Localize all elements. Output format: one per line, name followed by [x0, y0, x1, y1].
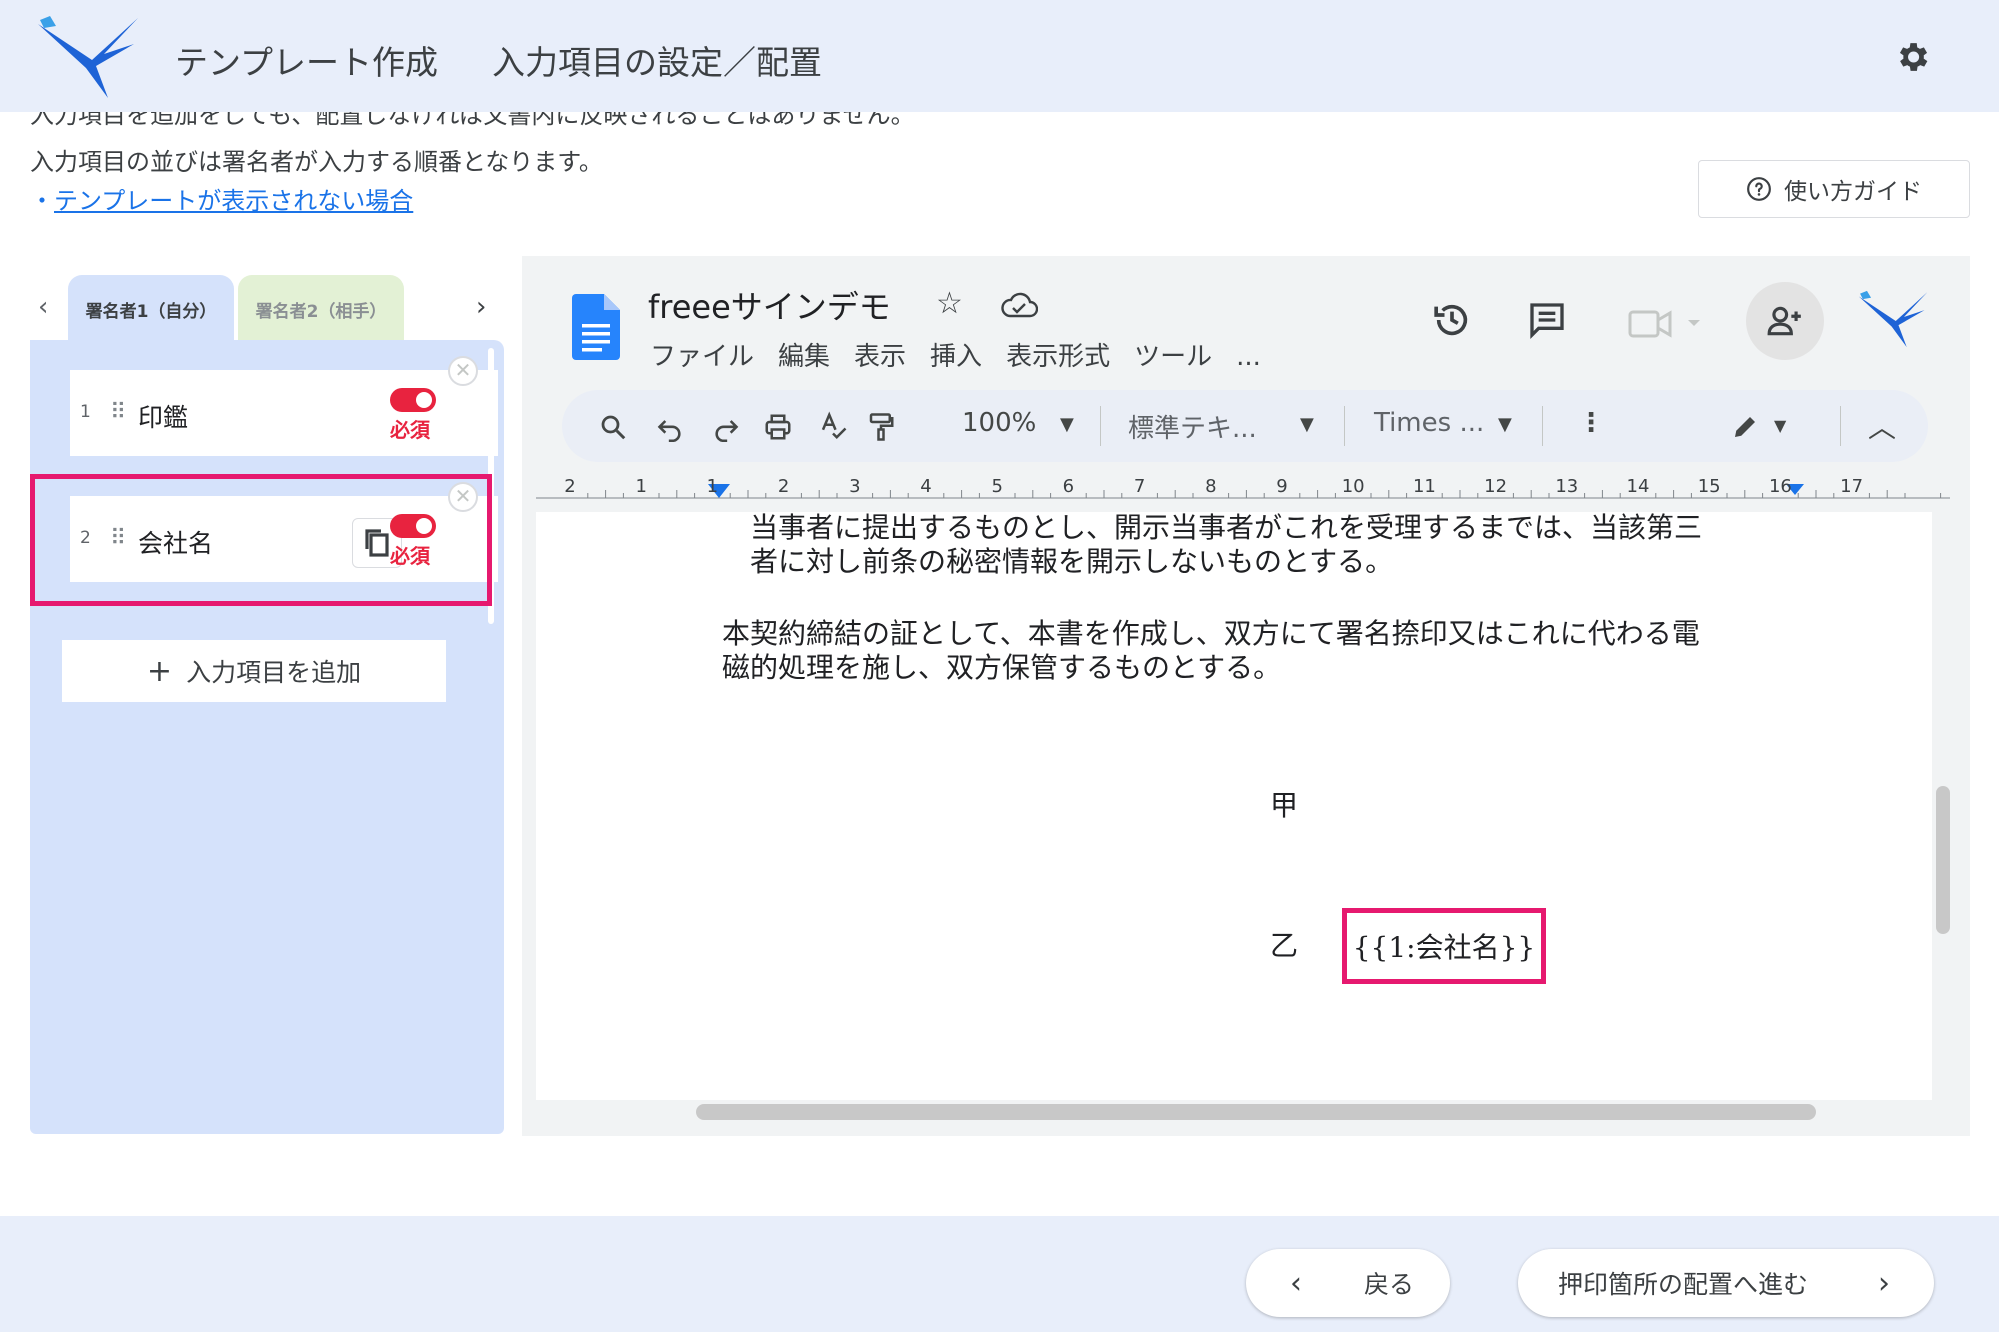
app-header: テンプレート作成 入力項目の設定／配置: [0, 0, 1999, 112]
ruler-label: 1: [635, 476, 646, 497]
video-call-icon[interactable]: [1628, 306, 1702, 340]
pencil-icon[interactable]: [1730, 412, 1760, 442]
add-person-icon: [1767, 306, 1801, 336]
more-vert-icon[interactable]: ⋮: [1578, 408, 1604, 438]
ruler-label: 4: [920, 476, 931, 497]
chevron-left-icon: ‹: [1290, 1265, 1302, 1301]
chevron-down-icon[interactable]: ▼: [1300, 414, 1314, 435]
info-line-2: 入力項目の並びは署名者が入力する順番となります。: [30, 148, 603, 176]
page-title: テンプレート作成: [175, 43, 439, 82]
guide-button-label: 使い方ガイド: [1784, 179, 1922, 205]
bird-logo-icon: [38, 16, 138, 98]
company-name-placeholder[interactable]: {{1:会社名}}: [1342, 908, 1546, 984]
search-icon[interactable]: [598, 412, 628, 442]
chevron-down-icon[interactable]: ▼: [1060, 414, 1074, 435]
plus-icon: +: [146, 653, 173, 689]
style-select[interactable]: 標準テキ...: [1128, 408, 1257, 445]
menu-view[interactable]: 表示: [854, 342, 906, 372]
field-item-inkan[interactable]: 1 ⠿ 印鑑 必須: [70, 370, 498, 456]
tab-signer-1[interactable]: 署名者1（自分）: [68, 275, 234, 343]
ruler-label: 15: [1698, 476, 1721, 497]
required-toggle[interactable]: [390, 388, 436, 412]
gear-icon[interactable]: [1893, 38, 1931, 76]
info-scroll-clip: 入力項目を追加をしても、配置しなければ文書内に反映されることはありません。: [0, 112, 1200, 132]
ruler-label: 17: [1840, 476, 1863, 497]
redo-icon[interactable]: [712, 414, 740, 442]
menu-tools[interactable]: ツール: [1134, 342, 1212, 372]
party-a-label: 甲: [1270, 789, 1299, 822]
google-docs-icon: [572, 294, 620, 360]
next-step-label: 押印箇所の配置へ進む: [1558, 1270, 1809, 1299]
chevron-up-icon[interactable]: ︿: [1868, 406, 1896, 446]
doc-line: 磁的処理を施し、双方保管するものとする。: [722, 651, 1282, 684]
menu-insert[interactable]: 挿入: [930, 342, 982, 372]
ruler-label: 6: [1063, 476, 1074, 497]
font-select[interactable]: Times ...: [1374, 408, 1484, 438]
ruler-label: 3: [849, 476, 860, 497]
document-vertical-scrollbar[interactable]: [1936, 786, 1950, 934]
document-horizontal-scrollbar[interactable]: [696, 1104, 1816, 1120]
cloud-icon[interactable]: [1000, 292, 1038, 318]
guide-button[interactable]: 使い方ガイド: [1698, 160, 1970, 218]
spellcheck-icon[interactable]: [818, 410, 848, 442]
help-link[interactable]: ・テンプレートが表示されない場合: [30, 181, 413, 216]
info-line-1: 入力項目を追加をしても、配置しなければ文書内に反映されることはありません。: [30, 112, 915, 129]
ruler-label: 1: [707, 476, 718, 497]
link-bullet: ・: [30, 187, 54, 215]
page-subtitle: 入力項目の設定／配置: [492, 43, 822, 82]
field-list-panel: 1 ⠿ 印鑑 必須 ✕ 2 ⠿ 会社名 必須 ✕: [30, 340, 504, 1134]
ruler-label: 9: [1276, 476, 1287, 497]
ruler-label: 10: [1342, 476, 1365, 497]
document-page[interactable]: 当事者に提出するものとし、開示当事者がこれを受理するまでは、当該第三 者に対し前…: [536, 512, 1932, 1100]
drag-handle-icon[interactable]: ⠿: [110, 400, 126, 425]
chevron-right-icon: ›: [1878, 1265, 1890, 1301]
chevron-down-icon[interactable]: ▼: [1774, 416, 1786, 435]
chevron-down-icon[interactable]: ▼: [1498, 414, 1512, 435]
required-label: 必須: [390, 418, 430, 442]
tab-signer-2[interactable]: 署名者2（相手）: [238, 275, 404, 343]
back-button-label: 戻る: [1363, 1270, 1414, 1299]
document-menu-bar: ファイル 編集 表示 挿入 表示形式 ツール...: [650, 336, 1285, 373]
ruler-label: 2: [778, 476, 789, 497]
doc-line: 者に対し前条の秘密情報を開示しないものとする。: [750, 545, 1394, 578]
add-field-label: 入力項目を追加: [186, 658, 362, 687]
field-label: 印鑑: [138, 403, 189, 432]
menu-edit[interactable]: 編集: [778, 342, 830, 372]
ruler-label: 2: [564, 476, 575, 497]
undo-icon[interactable]: [656, 414, 684, 442]
ruler-label: 8: [1205, 476, 1216, 497]
ruler-label: 13: [1555, 476, 1578, 497]
ruler-label: 11: [1413, 476, 1436, 497]
ruler-label: 5: [991, 476, 1002, 497]
help-circle-icon: [1747, 177, 1771, 201]
ruler-label: 14: [1627, 476, 1650, 497]
party-b-label: 乙: [1270, 929, 1299, 962]
link-text[interactable]: テンプレートが表示されない場合: [54, 187, 413, 215]
remove-field-icon[interactable]: ✕: [448, 356, 478, 386]
menu-format[interactable]: 表示形式: [1006, 342, 1110, 372]
history-icon[interactable]: [1432, 300, 1472, 340]
menu-more[interactable]: ...: [1236, 342, 1261, 372]
menu-file[interactable]: ファイル: [650, 342, 754, 372]
document-title[interactable]: freeeサインデモ: [648, 282, 891, 328]
signer-tabs: 署名者1（自分） 署名者2（相手）: [30, 272, 500, 343]
ruler-label: 7: [1134, 476, 1145, 497]
add-field-button[interactable]: + 入力項目を追加: [62, 640, 446, 702]
editor-toolbar: 100% ▼ 標準テキ... ▼ Times ... ▼ ⋮ ▼ ︿: [562, 390, 1928, 462]
ruler-label: 12: [1484, 476, 1507, 497]
next-step-button[interactable]: 押印箇所の配置へ進む ›: [1518, 1249, 1934, 1317]
share-button[interactable]: [1746, 282, 1824, 360]
ruler-label: 16: [1769, 476, 1792, 497]
comment-icon[interactable]: [1526, 300, 1568, 340]
print-icon[interactable]: [762, 412, 794, 442]
back-button[interactable]: ‹ 戻る: [1246, 1249, 1450, 1317]
highlight-box-field: [30, 474, 492, 606]
paint-format-icon[interactable]: [866, 410, 896, 444]
field-number: 1: [80, 402, 91, 422]
freee-sign-addon-icon[interactable]: [1856, 286, 1930, 352]
star-icon[interactable]: ☆: [936, 286, 963, 321]
document-ruler: 2 1 1 2 3 4 5 6 7 8 9 10 11 12 13 14 15 16 17: [536, 472, 1950, 512]
zoom-select[interactable]: 100%: [962, 408, 1036, 438]
